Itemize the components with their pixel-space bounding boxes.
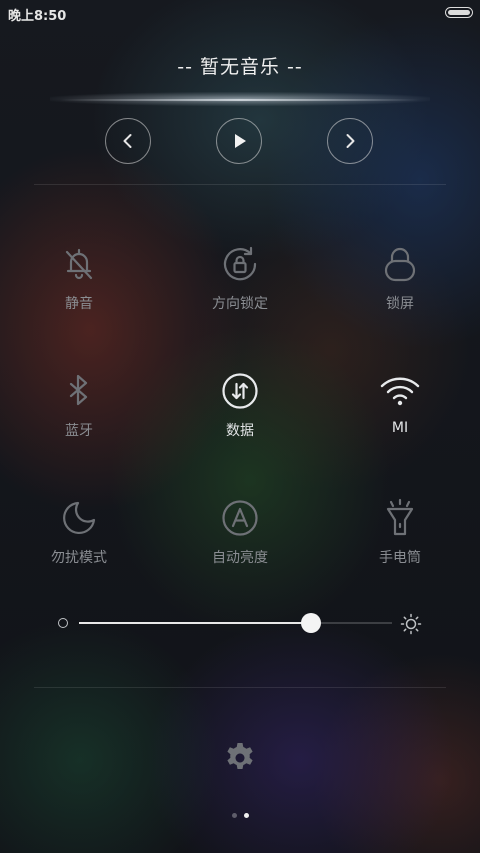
page-dot [231, 813, 237, 818]
toggle-do-not-disturb[interactable]: 勿扰模式 [19, 498, 139, 578]
play-icon [235, 134, 246, 148]
music-progress-line [60, 99, 420, 101]
rotation-lock-icon [223, 246, 257, 281]
toggle-mute-label: 静音 [65, 296, 93, 312]
page-dot [243, 813, 249, 818]
play-button[interactable] [216, 118, 262, 164]
toggles-divider [34, 687, 446, 688]
toggle-flashlight[interactable]: 手电筒 [340, 498, 460, 578]
toggle-auto-brightness[interactable]: 自动亮度 [180, 498, 300, 578]
toggle-bluetooth-label: 蓝牙 [65, 423, 93, 439]
toggle-mobile-data-label: 数据 [226, 423, 254, 439]
status-time: 晚上8:50 [8, 9, 67, 24]
bluetooth-icon [69, 374, 88, 406]
brightness-slider[interactable] [56, 612, 426, 636]
lock-icon [384, 247, 416, 282]
chevron-right-icon [346, 134, 355, 148]
flashlight-icon [386, 498, 414, 536]
toggle-rotation-lock-label: 方向锁定 [212, 296, 268, 312]
brightness-fill [79, 622, 311, 624]
toggle-mobile-data[interactable]: 数据 [180, 371, 300, 451]
chevron-left-icon [123, 134, 132, 148]
toggle-rotation-lock[interactable]: 方向锁定 [180, 244, 300, 324]
auto-brightness-icon [222, 500, 258, 536]
toggle-mute[interactable]: 静音 [19, 244, 139, 324]
toggle-auto-brightness-label: 自动亮度 [212, 550, 268, 566]
brightness-low-icon [58, 618, 68, 628]
mobile-data-icon [222, 373, 258, 409]
toggle-lock-screen[interactable]: 锁屏 [340, 244, 460, 324]
gear-icon[interactable] [222, 740, 258, 776]
bell-off-icon [65, 248, 93, 280]
wifi-icon [380, 377, 420, 406]
sun-icon [400, 613, 422, 635]
toggle-lock-screen-label: 锁屏 [386, 296, 414, 312]
page-indicator [0, 813, 480, 819]
brightness-thumb[interactable] [300, 613, 321, 633]
status-bar: 晚上8:50 [0, 0, 480, 26]
music-divider [34, 184, 446, 185]
moon-icon [63, 501, 96, 535]
music-title: -- 暂无音乐 -- [177, 56, 303, 78]
toggle-wifi[interactable]: MI [340, 371, 460, 451]
toggle-wifi-label: MI [391, 420, 409, 436]
toggle-flashlight-label: 手电筒 [379, 550, 421, 566]
toggle-do-not-disturb-label: 勿扰模式 [51, 550, 107, 566]
battery-level [448, 10, 470, 15]
next-track-button[interactable] [327, 118, 373, 164]
toggle-bluetooth[interactable]: 蓝牙 [19, 371, 139, 451]
battery-icon [445, 7, 473, 18]
previous-track-button[interactable] [105, 118, 151, 164]
